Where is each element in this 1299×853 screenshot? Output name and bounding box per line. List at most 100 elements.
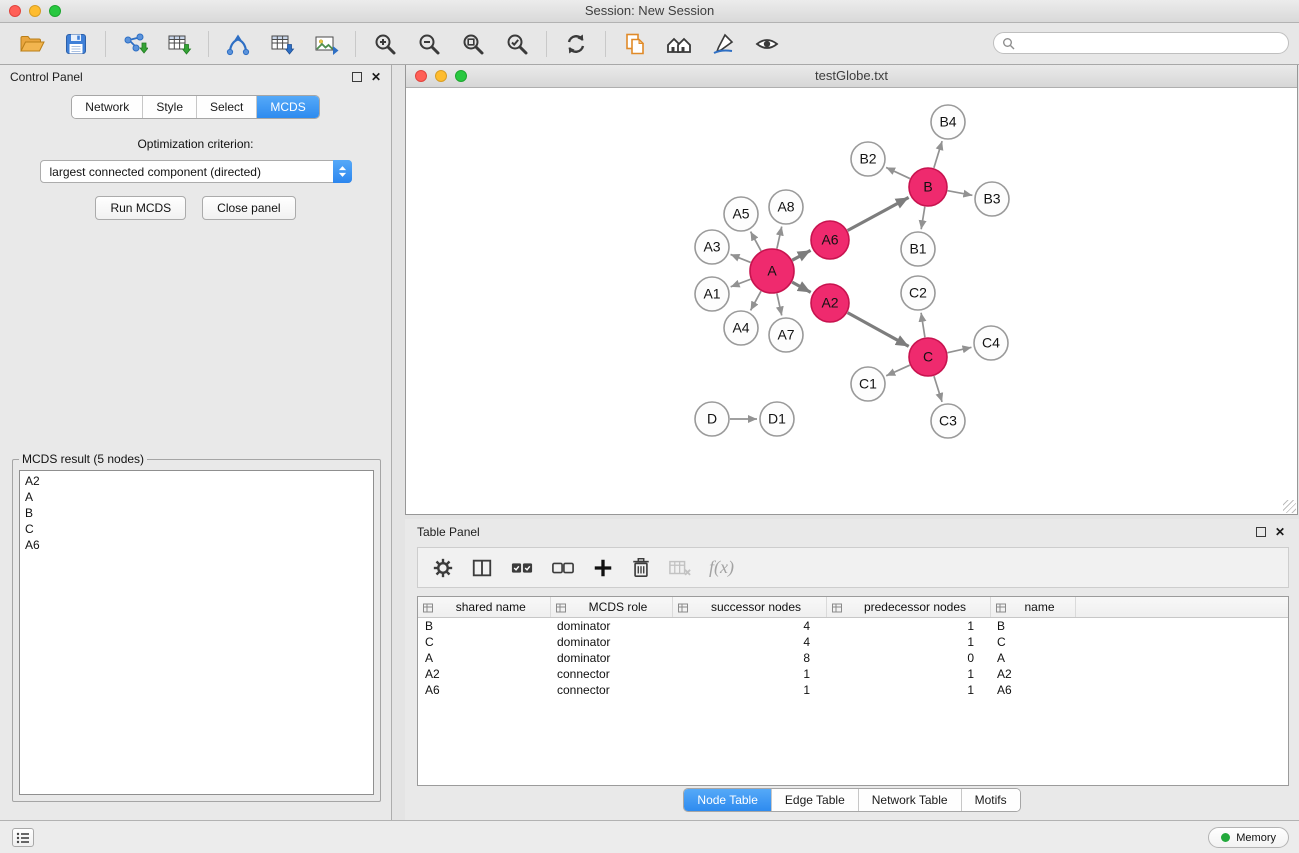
- export-image-button[interactable]: [304, 26, 348, 62]
- network-edge-B-B3[interactable]: [948, 191, 973, 196]
- resize-grip[interactable]: [1283, 500, 1296, 513]
- add-column-button[interactable]: [592, 557, 614, 579]
- network-canvas[interactable]: B4B2BB3A5A8A6B1A3AA1C2A2A4A7C4CC1C3DD1: [406, 88, 1297, 514]
- network-node-A3[interactable]: A3: [695, 230, 729, 264]
- network-node-C3[interactable]: C3: [931, 404, 965, 438]
- new-network-button[interactable]: [216, 26, 260, 62]
- mcds-result-item[interactable]: A: [25, 489, 368, 505]
- import-network-button[interactable]: [113, 26, 157, 62]
- close-window-button[interactable]: [9, 5, 21, 17]
- home-button[interactable]: [657, 26, 701, 62]
- mcds-result-item[interactable]: B: [25, 505, 368, 521]
- optimization-dropdown[interactable]: largest connected component (directed): [40, 160, 352, 183]
- tab-style[interactable]: Style: [143, 96, 197, 118]
- search-input[interactable]: [1019, 35, 1288, 51]
- network-node-A8[interactable]: A8: [769, 190, 803, 224]
- network-node-B1[interactable]: B1: [901, 232, 935, 266]
- new-table-button[interactable]: [260, 26, 304, 62]
- network-edge-B-B2[interactable]: [886, 167, 910, 178]
- mcds-result-item[interactable]: A2: [25, 473, 368, 489]
- minimize-window-button[interactable]: [29, 5, 41, 17]
- delete-column-button[interactable]: [631, 557, 651, 579]
- table-row[interactable]: Cdominator41C: [418, 634, 1288, 650]
- network-node-A5[interactable]: A5: [724, 197, 758, 231]
- network-edge-C-C3[interactable]: [934, 376, 942, 402]
- show-hide-panels-button[interactable]: [745, 26, 789, 62]
- zoom-in-button[interactable]: [363, 26, 407, 62]
- close-network-window-button[interactable]: [415, 70, 427, 82]
- network-edge-A-A2[interactable]: [792, 282, 811, 292]
- search-box[interactable]: [993, 32, 1289, 54]
- mcds-result-item[interactable]: C: [25, 521, 368, 537]
- minimize-network-window-button[interactable]: [435, 70, 447, 82]
- network-node-B4[interactable]: B4: [931, 105, 965, 139]
- mcds-result-list[interactable]: A2ABCA6: [19, 470, 374, 795]
- network-edge-A-A7[interactable]: [777, 293, 782, 315]
- zoom-window-button[interactable]: [49, 5, 61, 17]
- network-node-A1[interactable]: A1: [695, 277, 729, 311]
- network-edge-C-C4[interactable]: [948, 347, 972, 352]
- network-edge-A-A1[interactable]: [731, 279, 751, 287]
- network-edge-A2-C[interactable]: [848, 313, 909, 347]
- column-header-shared-name[interactable]: shared name: [418, 597, 550, 618]
- network-node-C2[interactable]: C2: [901, 276, 935, 310]
- column-header-MCDS-role[interactable]: MCDS role: [550, 597, 672, 618]
- zoom-out-button[interactable]: [407, 26, 451, 62]
- network-edge-A-A4[interactable]: [751, 291, 761, 310]
- column-header-name[interactable]: name: [990, 597, 1075, 618]
- show-columns-button[interactable]: [471, 557, 493, 579]
- mcds-result-item[interactable]: A6: [25, 537, 368, 553]
- memory-button[interactable]: Memory: [1208, 827, 1289, 848]
- table-tab-network-table[interactable]: Network Table: [859, 789, 962, 811]
- network-node-A6[interactable]: A6: [811, 221, 849, 259]
- network-node-A4[interactable]: A4: [724, 311, 758, 345]
- column-header-successor-nodes[interactable]: successor nodes: [672, 597, 826, 618]
- table-row[interactable]: Bdominator41B: [418, 618, 1288, 635]
- table-tab-motifs[interactable]: Motifs: [962, 789, 1020, 811]
- network-node-A[interactable]: A: [750, 249, 794, 293]
- network-edge-A-A3[interactable]: [731, 254, 751, 262]
- table-settings-button[interactable]: [432, 557, 454, 579]
- table-row[interactable]: A2connector11A2: [418, 666, 1288, 682]
- show-task-history-button[interactable]: [12, 828, 34, 847]
- annotation-button[interactable]: [701, 26, 745, 62]
- tab-select[interactable]: Select: [197, 96, 257, 118]
- float-table-panel-icon[interactable]: [1256, 527, 1266, 537]
- save-session-button[interactable]: [54, 26, 98, 62]
- deselect-all-button[interactable]: [551, 557, 575, 579]
- network-edge-B-B1[interactable]: [921, 207, 925, 230]
- network-node-C1[interactable]: C1: [851, 367, 885, 401]
- float-panel-icon[interactable]: [352, 72, 362, 82]
- select-all-button[interactable]: [510, 557, 534, 579]
- network-node-B2[interactable]: B2: [851, 142, 885, 176]
- zoom-fit-button[interactable]: [451, 26, 495, 62]
- network-edge-C-C1[interactable]: [886, 365, 910, 376]
- table-row[interactable]: A6connector11A6: [418, 682, 1288, 698]
- table-tab-edge-table[interactable]: Edge Table: [772, 789, 859, 811]
- network-node-D[interactable]: D: [695, 402, 729, 436]
- tab-network[interactable]: Network: [72, 96, 143, 118]
- run-mcds-button[interactable]: Run MCDS: [95, 196, 186, 220]
- import-table-button[interactable]: [157, 26, 201, 62]
- close-panel-icon[interactable]: ✕: [371, 71, 381, 83]
- column-header-predecessor-nodes[interactable]: predecessor nodes: [826, 597, 990, 618]
- table-row[interactable]: Adominator80A: [418, 650, 1288, 666]
- network-node-C[interactable]: C: [909, 338, 947, 376]
- network-edge-C-C2[interactable]: [921, 313, 925, 337]
- network-node-B[interactable]: B: [909, 168, 947, 206]
- close-panel-button[interactable]: Close panel: [202, 196, 295, 220]
- network-graph[interactable]: B4B2BB3A5A8A6B1A3AA1C2A2A4A7C4CC1C3DD1: [406, 88, 1297, 514]
- network-node-B3[interactable]: B3: [975, 182, 1009, 216]
- manage-documents-button[interactable]: [613, 26, 657, 62]
- network-edge-A-A5[interactable]: [751, 232, 761, 251]
- network-node-A7[interactable]: A7: [769, 318, 803, 352]
- network-edge-B-B4[interactable]: [934, 141, 942, 168]
- network-edge-A-A6[interactable]: [792, 250, 810, 260]
- network-node-C4[interactable]: C4: [974, 326, 1008, 360]
- network-edge-A-A8[interactable]: [777, 227, 782, 249]
- tab-mcds[interactable]: MCDS: [257, 96, 318, 118]
- network-node-D1[interactable]: D1: [760, 402, 794, 436]
- open-file-button[interactable]: [10, 26, 54, 62]
- close-table-panel-icon[interactable]: ✕: [1275, 526, 1285, 538]
- zoom-selected-button[interactable]: [495, 26, 539, 62]
